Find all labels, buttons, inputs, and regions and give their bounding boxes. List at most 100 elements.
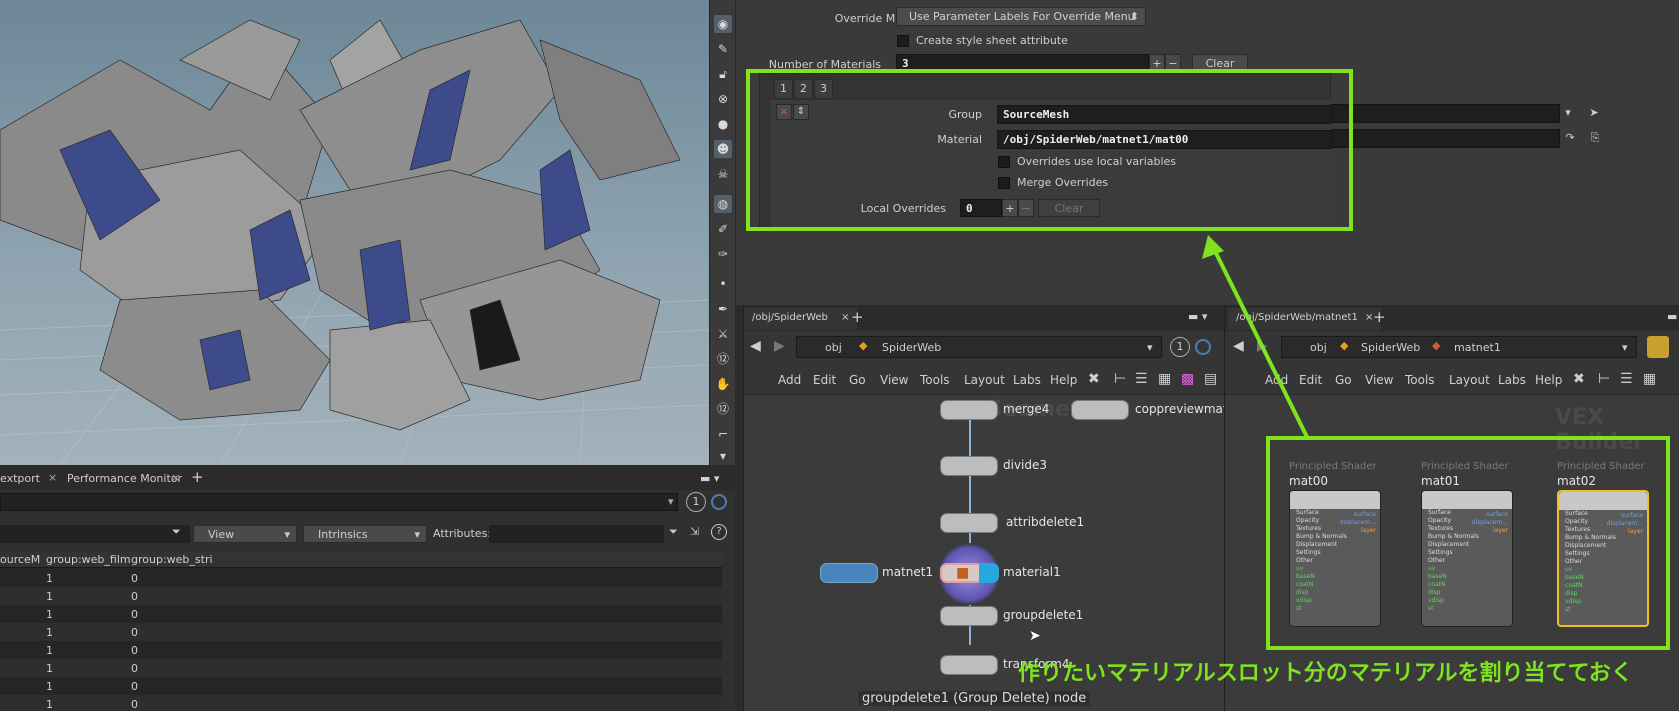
table-row[interactable]: 10 — [0, 641, 722, 659]
list-icon[interactable]: ☰ — [1135, 371, 1148, 387]
close-icon-2[interactable]: × — [171, 471, 180, 484]
numbered-icon-2[interactable]: ⑫ — [714, 400, 732, 418]
back-arrow-icon[interactable]: ◀ — [750, 338, 761, 354]
pin-count[interactable]: 1 — [686, 492, 706, 512]
wrench-icon[interactable]: ✖ — [1088, 371, 1100, 387]
menu-add[interactable]: Add — [778, 373, 801, 387]
net2-path[interactable]: obj ◆ SpiderWeb ◆ matnet1 ▾ — [1281, 336, 1637, 358]
column-header[interactable]: group:web_film — [46, 553, 131, 566]
wrench-icon[interactable]: ✖ — [1573, 371, 1585, 387]
menu-edit[interactable]: Edit — [813, 373, 836, 387]
net1-path[interactable]: obj ◆ SpiderWeb ▾ — [796, 336, 1162, 358]
grid-icon[interactable]: ▦ — [1643, 371, 1656, 387]
table-row[interactable]: 10 — [0, 569, 722, 587]
table-row[interactable]: 10 — [0, 605, 722, 623]
table-row[interactable]: 10 — [0, 623, 722, 641]
menu-tools[interactable]: Tools — [1405, 373, 1435, 387]
tab-spiderweb[interactable]: /obj/SpiderWeb × — [744, 308, 858, 330]
node-merge4[interactable] — [940, 400, 998, 420]
display-flag[interactable] — [979, 563, 999, 583]
sheet-path-field[interactable] — [0, 493, 678, 511]
node-chooser-icon[interactable]: ⎘ — [1586, 129, 1604, 148]
table-row[interactable]: 10 — [0, 659, 722, 677]
node-coppreviewmat[interactable] — [1071, 400, 1129, 420]
group-field-ext[interactable] — [1331, 104, 1560, 123]
pen-icon[interactable]: ✒ — [714, 300, 732, 318]
pencil-icon[interactable]: ✐ — [714, 220, 732, 238]
material-field-ext[interactable] — [1331, 129, 1560, 148]
view-icon[interactable]: ◉ — [714, 15, 732, 33]
cancel-icon[interactable]: ⊗ — [714, 90, 732, 108]
dot-icon[interactable]: • — [714, 275, 732, 293]
menu-labs[interactable]: Labs — [1013, 373, 1041, 387]
link-icon[interactable] — [711, 494, 727, 510]
style-sheet-checkbox[interactable] — [897, 35, 909, 47]
material-palette-icon[interactable] — [1647, 336, 1669, 358]
attributes-field[interactable] — [489, 525, 664, 543]
menu-go[interactable]: Go — [849, 373, 866, 387]
add-tab-icon[interactable]: + — [851, 308, 864, 326]
brush-icon[interactable]: ✑ — [714, 245, 732, 263]
settings-icon[interactable]: ⇲ — [690, 525, 699, 538]
tree-icon[interactable]: ⊢ — [1114, 371, 1126, 387]
node-matnet1[interactable] — [820, 563, 878, 583]
filter-field[interactable] — [0, 525, 190, 543]
table-row[interactable]: 10 — [0, 587, 722, 605]
close-icon[interactable]: × — [841, 312, 849, 323]
ghost-icon[interactable]: ☻ — [714, 140, 732, 158]
tab-performance-monitor[interactable]: Performance Monitor — [67, 472, 182, 485]
snap-icon[interactable]: ✎ — [714, 40, 732, 58]
jump-icon[interactable]: ↷ — [1562, 129, 1578, 148]
intrinsics-select[interactable]: Intrinsics ▾ — [303, 525, 427, 543]
path-dropdown-icon[interactable]: ▾ — [668, 495, 674, 508]
knife-icon[interactable]: ⚔ — [714, 325, 732, 343]
override-menu-select[interactable]: Use Parameter Labels For Override Menu ⬍ — [896, 7, 1146, 26]
select-arrow-icon[interactable]: ➤ — [1586, 104, 1602, 123]
pane-menu-icon[interactable]: ▬ ▾ — [700, 472, 719, 485]
help-icon[interactable]: ? — [711, 524, 727, 540]
skull-icon[interactable]: ☠ — [714, 165, 732, 183]
menu-go[interactable]: Go — [1335, 373, 1352, 387]
menu-help[interactable]: Help — [1535, 373, 1562, 387]
menu-help[interactable]: Help — [1050, 373, 1077, 387]
menu-tools[interactable]: Tools — [920, 373, 950, 387]
chevron-down-icon[interactable]: ▾ — [1622, 341, 1628, 354]
hand-icon[interactable]: ✋ — [714, 375, 732, 393]
list-icon[interactable]: ☰ — [1620, 371, 1633, 387]
camera-icon[interactable]: ◍ — [714, 195, 732, 213]
menu-view[interactable]: View — [880, 373, 908, 387]
add-tab-icon[interactable]: + — [1373, 308, 1386, 326]
lock-icon[interactable]: 🔓︎ — [714, 65, 732, 83]
path-spiderweb[interactable]: SpiderWeb — [882, 341, 941, 354]
view-select[interactable]: View ▾ — [193, 525, 297, 543]
forward-arrow-icon[interactable]: ▶ — [774, 338, 785, 354]
path-matnet1[interactable]: matnet1 — [1454, 341, 1501, 354]
add-tab-icon[interactable]: + — [191, 468, 204, 486]
path-spiderweb[interactable]: SpiderWeb — [1361, 341, 1420, 354]
grid-icon[interactable]: ▦ — [1158, 371, 1171, 387]
column-header[interactable]: group:web_stri — [131, 553, 213, 566]
menu-layout[interactable]: Layout — [1449, 373, 1490, 387]
group-dropdown-icon[interactable]: ▾ — [1560, 104, 1576, 123]
table-row[interactable]: 10 — [0, 677, 722, 695]
filter-icon-2[interactable]: ⏷ — [669, 525, 678, 539]
node-divide3[interactable] — [940, 456, 998, 476]
pane-menu-icon[interactable]: ▬ — [1667, 310, 1677, 323]
node-groupdelete1[interactable] — [940, 606, 998, 626]
chevron-down-icon[interactable]: ▾ — [714, 447, 732, 465]
chevron-down-icon[interactable]: ▾ — [1147, 341, 1153, 354]
menu-view[interactable]: View — [1365, 373, 1393, 387]
table-row[interactable]: 10 — [0, 695, 722, 711]
sphere-icon[interactable]: ● — [714, 115, 732, 133]
node-attribdelete1[interactable] — [940, 513, 998, 533]
tab-textport[interactable]: extport — [0, 472, 40, 485]
menu-labs[interactable]: Labs — [1498, 373, 1526, 387]
close-icon[interactable]: × — [48, 471, 57, 484]
corner-icon[interactable]: ⌐ — [714, 425, 732, 443]
path-obj[interactable]: obj — [825, 341, 842, 354]
3d-viewport[interactable] — [0, 0, 709, 465]
menu-layout[interactable]: Layout — [964, 373, 1005, 387]
tree-icon[interactable]: ⊢ — [1598, 371, 1610, 387]
node-transform4[interactable] — [940, 655, 998, 675]
numbered-icon[interactable]: ⑫ — [714, 350, 732, 368]
